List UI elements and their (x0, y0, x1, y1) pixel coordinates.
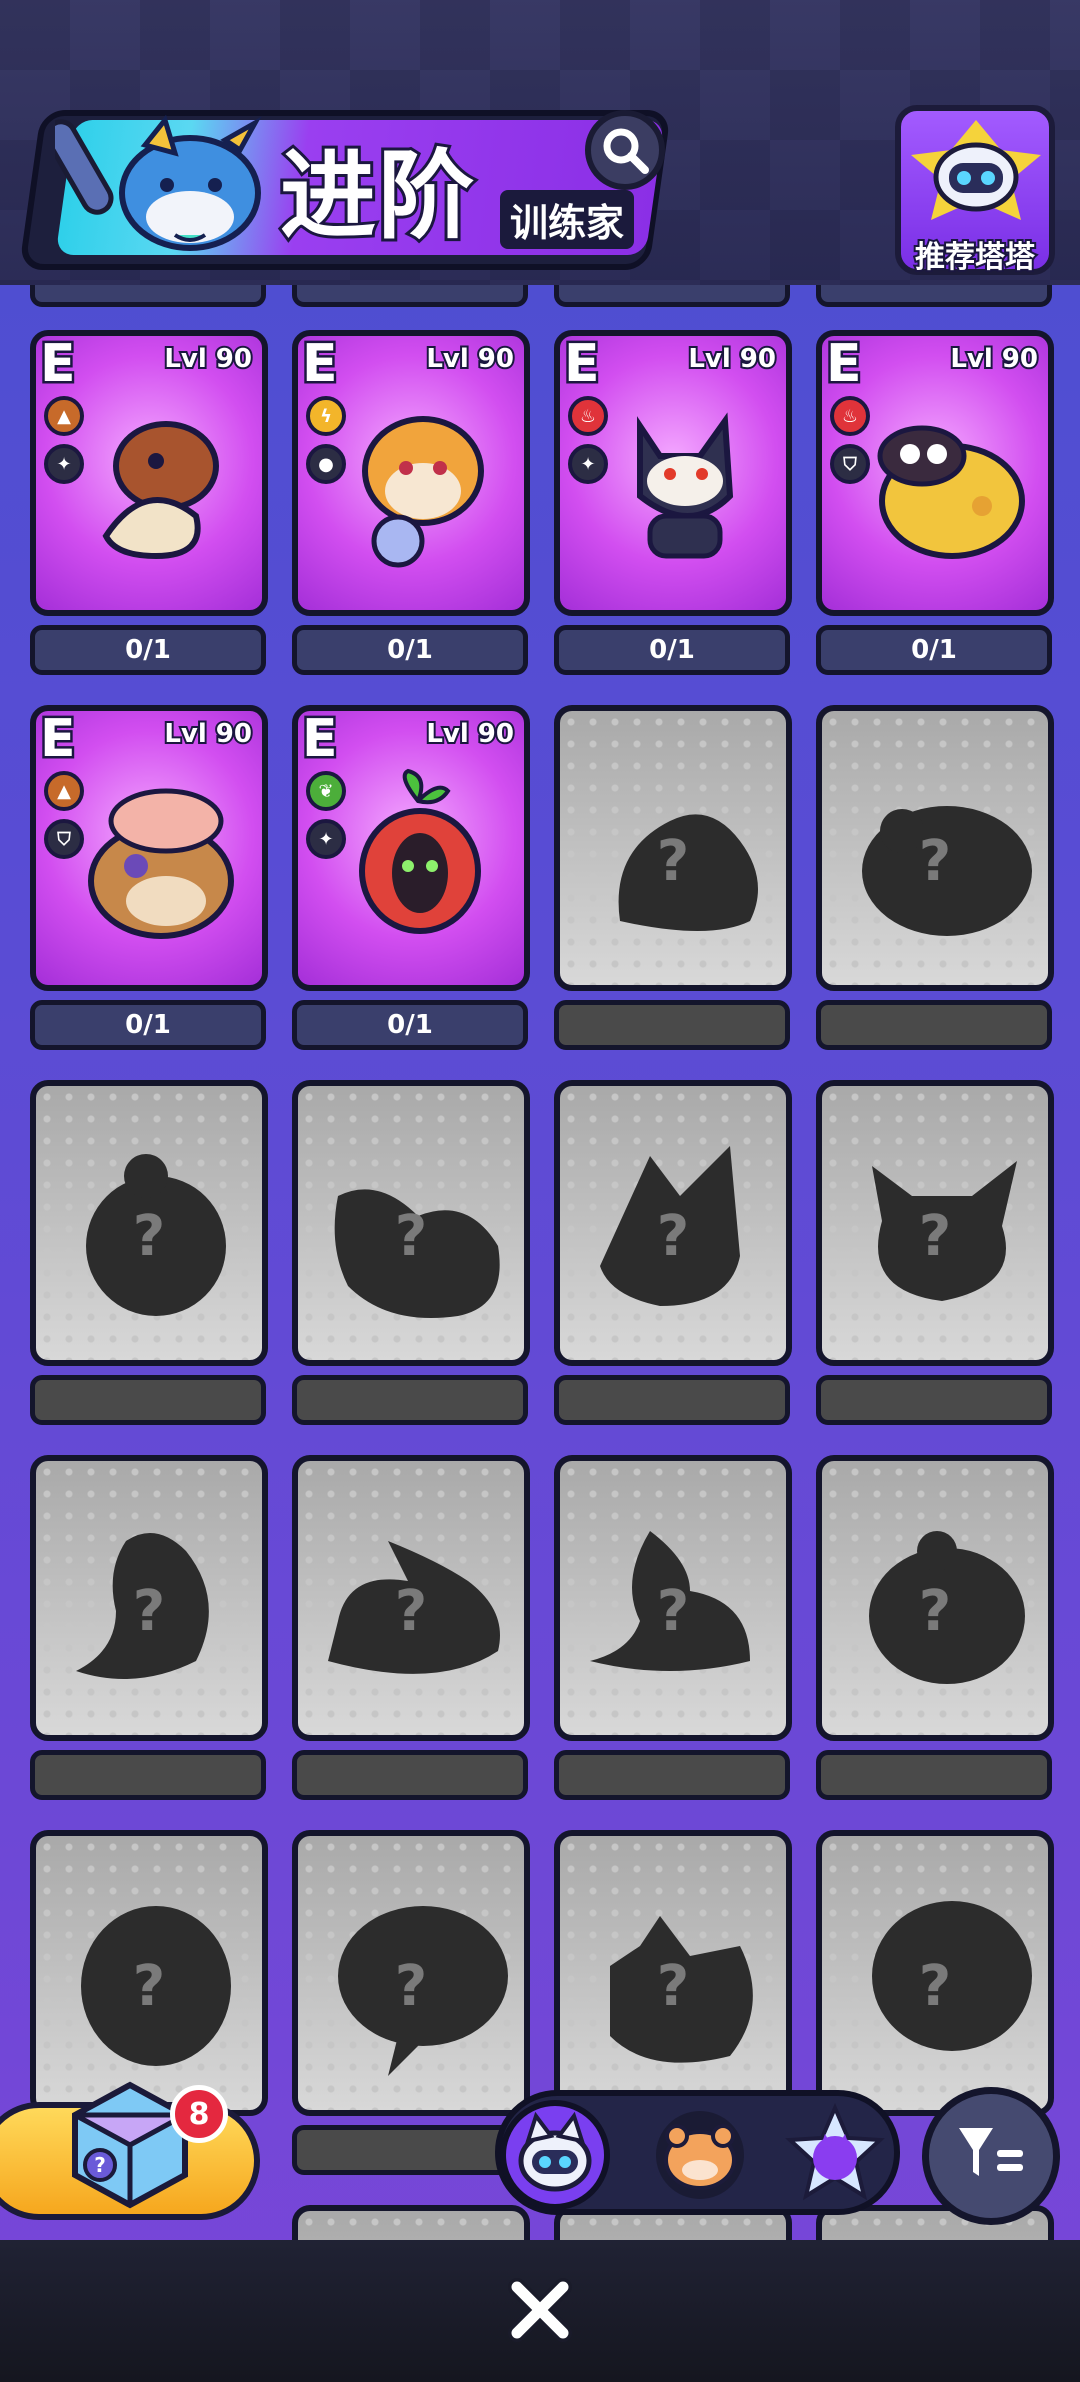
tab-star[interactable] (780, 2100, 890, 2210)
creature-art (877, 425, 1025, 559)
progress-bar-empty (30, 1750, 266, 1800)
locked-card[interactable]: ? (816, 1455, 1054, 1741)
progress-bar-empty (292, 1750, 528, 1800)
progress-bar: 0/1 (30, 625, 266, 675)
progress-bar-empty (292, 2125, 528, 2175)
locked-card[interactable]: ? (292, 1830, 530, 2116)
progress-bar: 0/1 (292, 1000, 528, 1050)
locked-card[interactable]: ? (816, 1830, 1054, 2116)
filter-icon (959, 2128, 1023, 2176)
locked-card[interactable]: ? (554, 705, 792, 991)
grade-label: E (562, 334, 602, 394)
progress-bar: 0/1 (292, 625, 528, 675)
locked-card[interactable]: ? (292, 1080, 530, 1366)
locked-card[interactable]: ? (554, 1455, 792, 1741)
level-label: Lvl 90 (424, 717, 516, 751)
collection-grid: E Lvl 90 ▲ ✦ 0/1 E Lvl 90 ϟ ● 0/1 E Lvl … (0, 285, 1080, 2240)
progress-bar-empty (554, 1750, 790, 1800)
grade-label: E (38, 334, 78, 394)
level-label: Lvl 90 (162, 342, 254, 376)
tab-robot[interactable] (500, 2100, 610, 2210)
unknown-mark: ? (394, 1579, 428, 1644)
unknown-mark: ? (656, 1204, 690, 1269)
star-cat-icon (785, 2102, 885, 2201)
progress-bar: 0/1 (554, 625, 790, 675)
tab-hamster[interactable] (645, 2100, 755, 2210)
creature-art (88, 788, 234, 939)
locked-card[interactable]: ? (554, 1080, 792, 1366)
mascot-icon (55, 115, 262, 251)
progress-bar-empty (30, 1375, 266, 1425)
close-button[interactable] (490, 2270, 590, 2350)
unknown-mark: ? (132, 1954, 166, 2019)
progress-bar-empty (816, 1375, 1052, 1425)
robot-cat-icon (518, 2111, 592, 2192)
unknown-mark: ? (132, 1204, 166, 1269)
unknown-mark: ? (918, 1204, 952, 1269)
grade-label: E (300, 709, 340, 769)
mystery-box-icon[interactable]: ? (55, 2070, 195, 2210)
locked-card[interactable]: ? (554, 1830, 792, 2116)
recommend-label: 推荐塔塔 (913, 238, 1037, 277)
creature-card[interactable]: E Lvl 90 ▲ ⛉ (30, 705, 268, 991)
progress-bar-partial (554, 285, 790, 307)
creature-card[interactable]: E Lvl 90 ▲ ✦ (30, 330, 268, 616)
unknown-mark: ? (656, 829, 690, 894)
robot-cat-icon (911, 120, 1041, 220)
unknown-mark: ? (918, 1579, 952, 1644)
locked-card[interactable]: ? (816, 705, 1054, 991)
unknown-mark: ? (132, 1579, 166, 1644)
box-count-badge: 8 (170, 2085, 228, 2143)
creature-card[interactable]: E Lvl 90 ϟ ● (292, 330, 530, 616)
creature-card[interactable]: E Lvl 90 ♨ ✦ (554, 330, 792, 616)
locked-card[interactable]: ? (30, 1455, 268, 1741)
level-label: Lvl 90 (424, 342, 516, 376)
creature-card[interactable]: E Lvl 90 ❦ ✦ (292, 705, 530, 991)
progress-bar-partial (292, 285, 528, 307)
locked-card[interactable]: ? (816, 1080, 1054, 1366)
progress-bar: 0/1 (816, 625, 1052, 675)
page-subtitle: 训练家 (500, 190, 635, 249)
locked-card[interactable]: ? (30, 1080, 268, 1366)
progress-bar-empty (816, 1750, 1052, 1800)
page-title: 进阶 (277, 137, 477, 255)
level-label: Lvl 90 (686, 342, 778, 376)
creature-art (359, 768, 481, 934)
close-icon (508, 2278, 572, 2342)
unknown-mark: ? (918, 829, 952, 894)
progress-bar-partial (816, 285, 1052, 307)
locked-card[interactable] (292, 2205, 530, 2240)
grade-label: E (824, 334, 864, 394)
creature-card[interactable]: E Lvl 90 ♨ ⛉ (816, 330, 1054, 616)
unknown-mark: ? (918, 1954, 952, 2019)
filter-button[interactable] (922, 2087, 1060, 2225)
search-icon (603, 128, 649, 174)
progress-bar: 0/1 (30, 1000, 266, 1050)
creature-art (362, 416, 484, 568)
progress-bar-partial (30, 285, 266, 307)
grade-label: E (38, 709, 78, 769)
grade-label: E (300, 334, 340, 394)
locked-card[interactable]: ? (292, 1455, 530, 1741)
progress-bar-empty (554, 1375, 790, 1425)
svg-text:?: ? (94, 2153, 106, 2177)
unknown-mark: ? (394, 1954, 428, 2019)
search-button[interactable] (585, 110, 665, 190)
level-label: Lvl 90 (162, 717, 254, 751)
level-label: Lvl 90 (948, 342, 1040, 376)
unknown-mark: ? (656, 1954, 690, 2019)
progress-bar-empty (554, 1000, 790, 1050)
unknown-mark: ? (656, 1579, 690, 1644)
creature-art (637, 412, 734, 559)
progress-bar-empty (292, 1375, 528, 1425)
creature-art (102, 421, 219, 560)
progress-bar-empty (816, 1000, 1052, 1050)
unknown-mark: ? (394, 1204, 428, 1269)
hamster-icon (656, 2111, 744, 2199)
